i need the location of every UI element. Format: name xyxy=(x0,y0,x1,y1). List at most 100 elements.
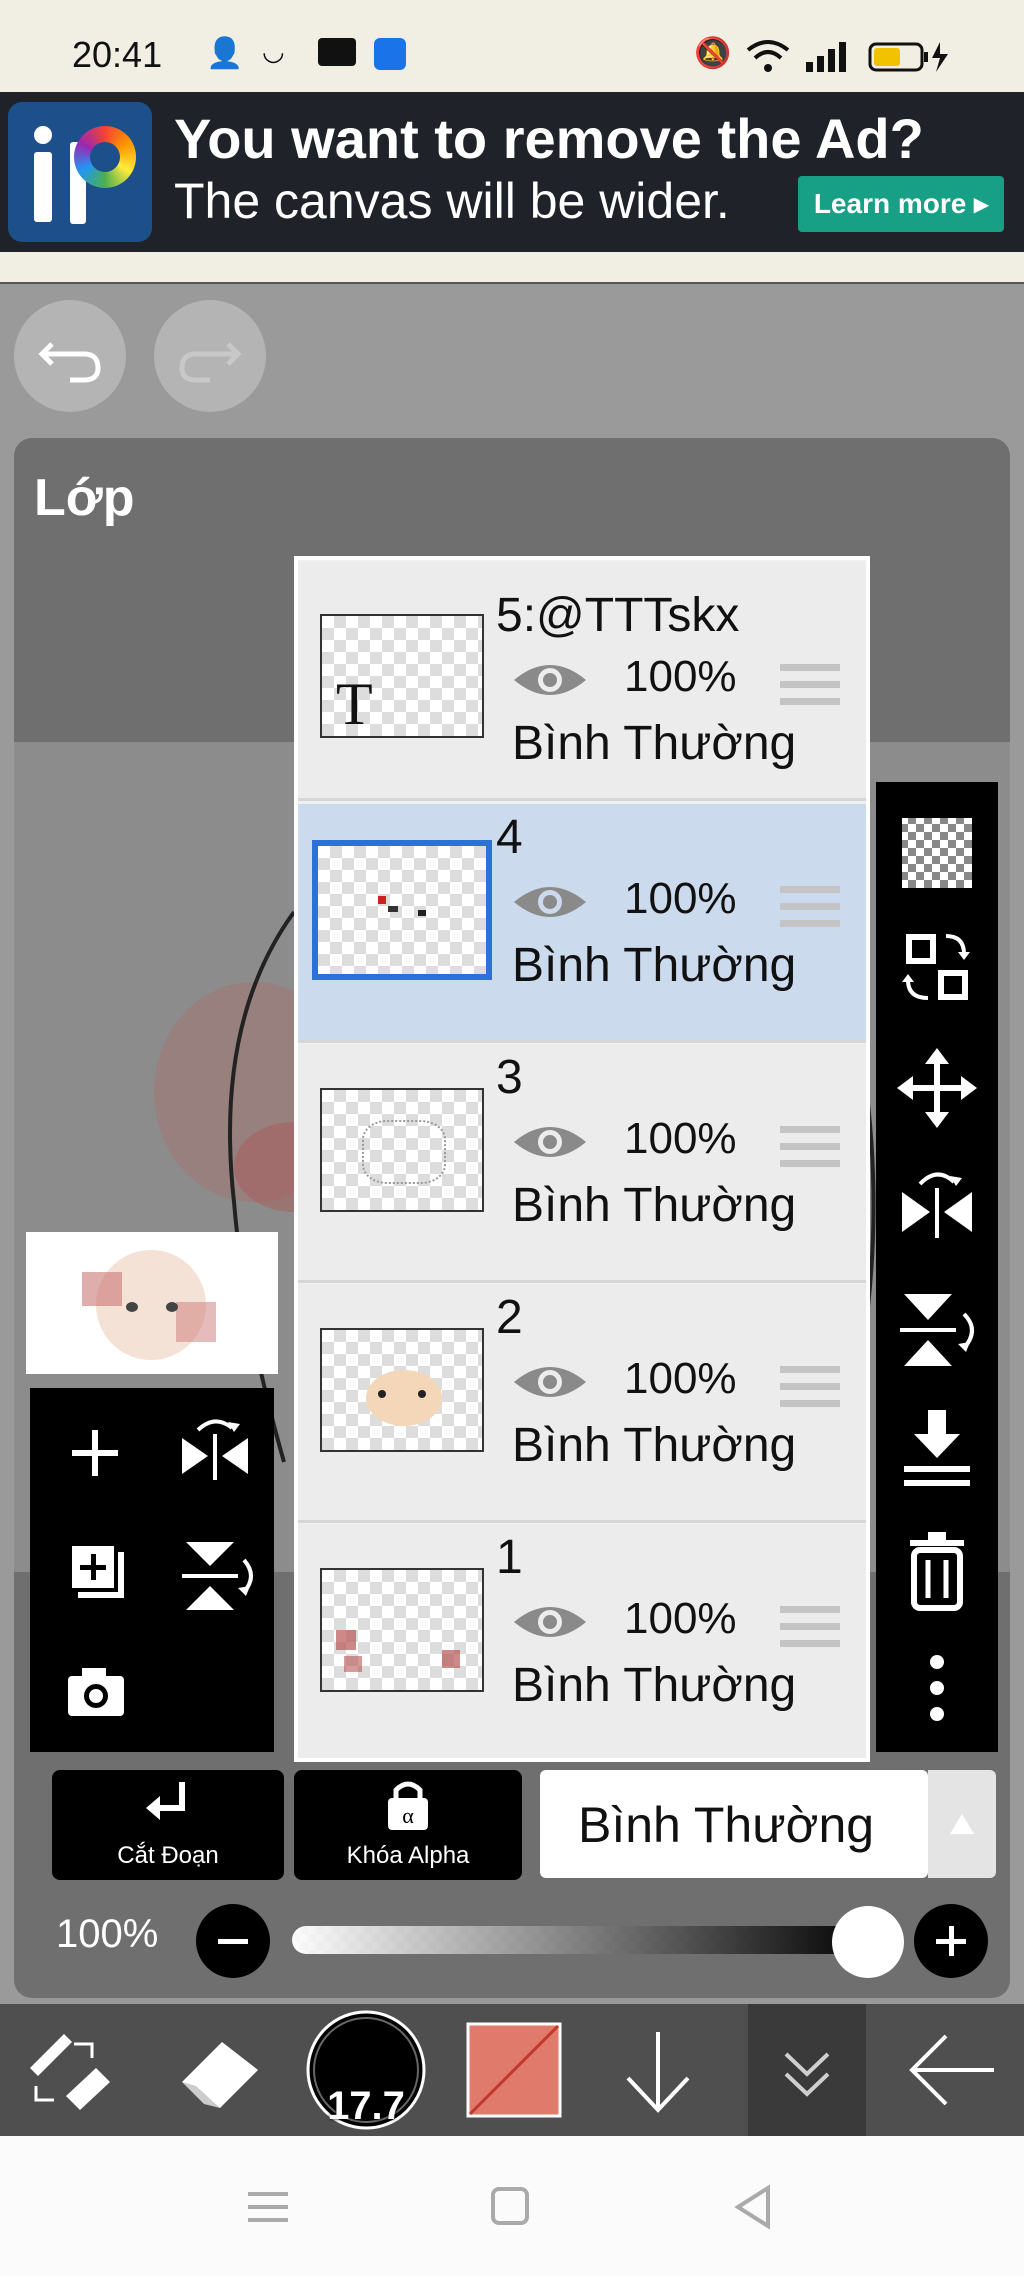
ad-headline: You want to remove the Ad? xyxy=(174,107,924,170)
app-notification-icon: ◡ xyxy=(262,36,285,66)
eraser-tool-button[interactable] xyxy=(160,2004,280,2136)
plus-icon xyxy=(72,1430,118,1476)
duplicate-icon xyxy=(68,1542,124,1598)
layer-row-4[interactable]: 4 100% Bình Thường xyxy=(298,804,866,1043)
status-time: 20:41 xyxy=(72,34,163,75)
layer-panel-title: Lớp xyxy=(34,469,135,527)
camera-icon xyxy=(68,1668,124,1716)
alpha-lock-label: Khóa Alpha xyxy=(346,1842,470,1869)
layer-name: 3 xyxy=(496,1051,523,1104)
drag-handle-icon[interactable] xyxy=(780,662,840,708)
layer-thumbnail: T xyxy=(320,614,484,738)
drag-handle-icon[interactable] xyxy=(780,1604,840,1650)
plus-icon xyxy=(936,1926,966,1956)
arrow-left-icon xyxy=(909,2034,994,2106)
redo-button[interactable] xyxy=(154,300,266,412)
ad-banner[interactable]: You want to remove the Ad? The canvas wi… xyxy=(0,92,1024,252)
camera-import-button[interactable] xyxy=(40,1638,150,1748)
visibility-eye-icon[interactable] xyxy=(512,658,588,702)
opacity-slider[interactable] xyxy=(292,1926,872,1954)
blend-mode-dropdown-button[interactable] xyxy=(928,1770,996,1878)
layer-row-3[interactable]: 3 100% Bình Thường xyxy=(298,1044,866,1283)
visibility-eye-icon[interactable] xyxy=(512,1360,588,1404)
visibility-eye-icon[interactable] xyxy=(512,1600,588,1644)
layer-opacity[interactable]: 100% xyxy=(624,1354,737,1404)
layer-tools-left xyxy=(30,1388,274,1752)
double-chevron-down-icon xyxy=(784,2052,830,2097)
flip-vertical-icon xyxy=(182,1542,253,1610)
move-layer-button[interactable] xyxy=(876,1032,998,1142)
wifi-icon xyxy=(746,40,790,72)
layer-opacity[interactable]: 100% xyxy=(624,874,737,924)
blend-mode-select[interactable]: Bình Thường xyxy=(540,1770,928,1878)
merge-down-icon xyxy=(904,1410,970,1486)
duplicate-layer-button[interactable] xyxy=(40,1518,150,1628)
tool-selection-button[interactable] xyxy=(10,2004,130,2136)
lock-alpha-icon: α xyxy=(388,1781,428,1830)
status-bar: 20:41 👤 ◡ 🔕 xyxy=(0,0,1024,92)
merge-down-button[interactable] xyxy=(876,1392,998,1502)
ad-divider xyxy=(0,252,1024,284)
opacity-slider-knob[interactable] xyxy=(832,1906,904,1978)
brush-eraser-swap-icon xyxy=(30,2034,110,2110)
layer-list[interactable]: T 5:@TTTskx 100% Bình Thường 4 100% Bình… xyxy=(294,556,870,1762)
layer-name: 2 xyxy=(496,1291,523,1344)
swap-layer-button[interactable] xyxy=(876,912,998,1022)
svg-text:α: α xyxy=(402,1803,414,1828)
layer-name: 1 xyxy=(496,1531,523,1584)
clipping-label: Cắt Đoạn xyxy=(117,1842,219,1869)
layer-thumbnail xyxy=(312,840,492,980)
layer-blend-mode: Bình Thường xyxy=(512,1179,797,1232)
messenger-notification-icon xyxy=(374,38,406,70)
layer-opacity[interactable]: 100% xyxy=(624,1594,737,1644)
zalo-notification-icon xyxy=(318,38,356,66)
layer-row-1[interactable]: 1 100% Bình Thường xyxy=(298,1524,866,1758)
ibispaint-logo xyxy=(8,102,152,242)
eraser-icon xyxy=(182,2042,258,2108)
layer-opacity[interactable]: 100% xyxy=(624,652,737,702)
flip-vertical-button[interactable] xyxy=(876,1272,998,1382)
delete-layer-button[interactable] xyxy=(876,1512,998,1622)
clipping-arrow-icon xyxy=(146,1782,185,1820)
drag-handle-icon[interactable] xyxy=(780,884,840,930)
drag-handle-icon[interactable] xyxy=(780,1124,840,1170)
back-button[interactable] xyxy=(894,2004,1014,2136)
flip-horizontal-button[interactable] xyxy=(876,1152,998,1262)
layer-thumbnail xyxy=(320,1328,484,1452)
drag-handle-icon[interactable] xyxy=(780,1364,840,1410)
clipping-button[interactable]: Cắt Đoạn xyxy=(52,1770,284,1880)
layer-row-2[interactable]: 2 100% Bình Thường xyxy=(298,1284,866,1523)
visibility-eye-icon[interactable] xyxy=(512,1120,588,1164)
layer-row-5[interactable]: T 5:@TTTskx 100% Bình Thường xyxy=(298,562,866,801)
layer-panel-toggle-button[interactable] xyxy=(748,2004,866,2136)
flip-vertical-icon xyxy=(900,1294,974,1366)
flip-rotate-icon xyxy=(182,1419,248,1480)
color-picker-button[interactable] xyxy=(456,2004,576,2136)
signal-icon xyxy=(806,42,846,72)
opacity-decrease-button[interactable] xyxy=(196,1904,270,1978)
layer-tools-right xyxy=(876,782,998,1752)
flip-vertical-layer-button[interactable] xyxy=(160,1518,270,1628)
layer-blend-mode: Bình Thường xyxy=(512,1419,797,1472)
add-layer-button[interactable] xyxy=(40,1398,150,1508)
scroll-down-button[interactable] xyxy=(598,2004,718,2136)
new-layer-transparent-button[interactable] xyxy=(876,792,998,902)
main-toolbar: 17.7 xyxy=(0,2004,1024,2136)
home-square-icon[interactable] xyxy=(490,2186,532,2228)
layer-opacity[interactable]: 100% xyxy=(624,1114,737,1164)
layer-name: 5:@TTTskx xyxy=(496,589,740,642)
more-options-button[interactable] xyxy=(876,1632,998,1742)
visibility-eye-icon[interactable] xyxy=(512,880,588,924)
minus-icon xyxy=(218,1939,248,1944)
flip-horizontal-icon xyxy=(902,1172,972,1238)
recents-menu-icon[interactable] xyxy=(246,2188,292,2226)
brush-size-button[interactable]: 17.7 xyxy=(304,2004,428,2136)
alpha-lock-button[interactable]: α Khóa Alpha xyxy=(294,1770,522,1880)
rotate-flip-layer-button[interactable] xyxy=(160,1398,270,1508)
opacity-increase-button[interactable] xyxy=(914,1904,988,1978)
canvas-thumbnail-preview[interactable] xyxy=(26,1232,278,1374)
layer-thumbnail xyxy=(320,1568,484,1692)
back-triangle-icon[interactable] xyxy=(732,2184,776,2230)
learn-more-button[interactable]: Learn more ▸ xyxy=(798,176,1004,232)
undo-button[interactable] xyxy=(14,300,126,412)
